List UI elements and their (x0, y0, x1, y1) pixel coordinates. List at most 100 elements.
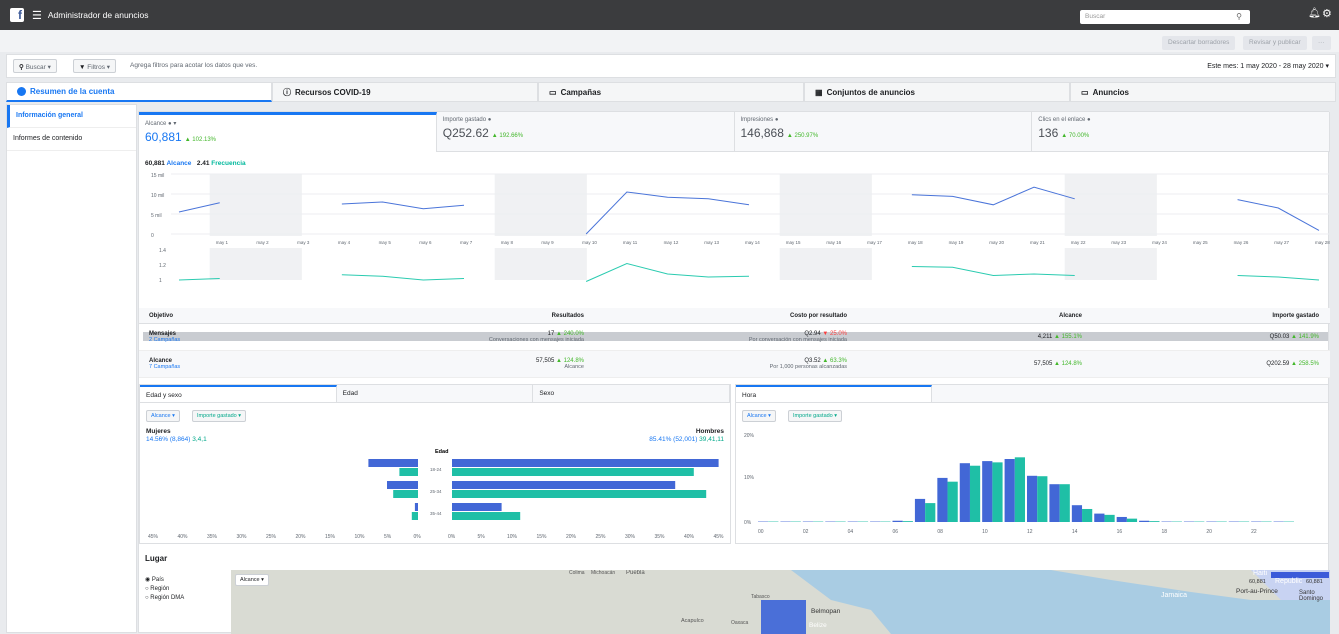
search-input[interactable]: Buscar⚲ (1080, 10, 1250, 24)
x-tick-label: may 10 (582, 240, 597, 245)
reach-dropdown[interactable]: Alcance ▾ (146, 410, 180, 422)
x-tick-label: 5% (478, 534, 486, 540)
tab-sex[interactable]: Sexo (533, 385, 730, 402)
metric-reach[interactable]: Alcance ● ▾60,881▲ 102.13% (139, 112, 437, 152)
info-icon: ● (488, 117, 492, 123)
metric-link-clicks[interactable]: Clics en el enlace ●136▲ 70.00% (1032, 112, 1330, 152)
weekend-band (1065, 248, 1157, 280)
hour-spend-bar (1037, 476, 1047, 522)
map-label: Haiti (1253, 570, 1267, 577)
men-reach-bar (452, 459, 719, 467)
location-map[interactable]: Alcance ▾ Puebla Acapulco Oaxaca Belmopa… (231, 570, 1330, 634)
x-tick-label: may 13 (704, 240, 719, 245)
grid-icon: ▦ (815, 88, 823, 97)
x-tick-label: may 14 (745, 240, 760, 245)
hour-reach-dropdown[interactable]: Alcance ▾ (742, 410, 776, 422)
map-label: Jamaica (1161, 592, 1187, 599)
hour-panel: Hora Alcance ▾ Importe gastado ▾ 20%10%0… (735, 384, 1329, 544)
x-tick-label: may 9 (541, 240, 554, 245)
men-stats: 85.41% (52,001) 39,41,11 (649, 436, 724, 443)
info-icon: ● (1087, 117, 1091, 123)
tab-campaigns[interactable]: ▭Campañas (538, 82, 804, 102)
sidebar-item-overview[interactable]: Información general (7, 105, 136, 128)
hour-spend-bar (1127, 519, 1137, 522)
women-spend-bar (393, 490, 418, 498)
x-tick-label: 25% (596, 534, 607, 540)
campaigns-link[interactable]: 2 Campañas (149, 337, 180, 343)
men-spend-bar (452, 512, 520, 520)
map-metric-dropdown[interactable]: Alcance ▾ (235, 574, 269, 586)
bell-icon[interactable]: 🔔︎ (1308, 8, 1321, 19)
tab-age-sex[interactable]: Edad y sexo (140, 385, 337, 402)
gear-icon[interactable]: ⚙ (1322, 7, 1332, 20)
radio-region[interactable]: ○ Región (145, 585, 184, 594)
facebook-logo-icon[interactable]: f (10, 8, 24, 22)
sidebar-item-content-reports[interactable]: Informes de contenido (7, 128, 136, 151)
women-reach-bar (368, 459, 418, 467)
x-tick-label: may 4 (338, 240, 351, 245)
women-spend-bar (412, 512, 418, 520)
search-filter-button[interactable]: ⚲ Buscar ▾ (13, 59, 57, 73)
radio-dma[interactable]: ○ Región DMA (145, 594, 184, 603)
y-tick-label: 1 (159, 278, 162, 284)
weekend-band (210, 248, 302, 280)
location-title: Lugar (145, 554, 167, 563)
location-options: ◉ País ○ Región ○ Región DMA (145, 576, 184, 603)
women-reach-bar (387, 481, 418, 489)
map-label: Republic (1275, 578, 1302, 585)
radio-country[interactable]: ◉ País (145, 576, 184, 585)
metric-impressions[interactable]: Impresiones ●146,868▲ 250.97% (735, 112, 1033, 152)
x-tick-label: 12 (1027, 529, 1033, 535)
hour-spend-dropdown[interactable]: Importe gastado ▾ (788, 410, 842, 422)
x-tick-label: may 26 (1234, 240, 1249, 245)
sidebar: Información general Informes de contenid… (6, 104, 137, 633)
tab-covid-resources[interactable]: ⓘRecursos COVID-19 (272, 82, 538, 102)
frequency-line (1238, 276, 1319, 281)
men-spend-bar (452, 468, 694, 476)
spend-dropdown[interactable]: Importe gastado ▾ (192, 410, 246, 422)
app-title: Administrador de anuncios (48, 10, 149, 20)
tab-age[interactable]: Edad (337, 385, 534, 402)
x-tick-label: may 23 (1111, 240, 1126, 245)
hour-reach-bar (982, 461, 992, 522)
map-shapes (231, 570, 1330, 634)
x-tick-label: may 15 (786, 240, 801, 245)
campaigns-link[interactable]: 7 Campañas (149, 364, 180, 370)
date-range-picker[interactable]: Este mes: 1 may 2020 - 28 may 2020 ▾ (1207, 62, 1329, 70)
filter-bar: ⚲ Buscar ▾ ▼ Filtros ▾ Agrega filtros pa… (6, 54, 1336, 78)
hour-spend-bar (925, 503, 935, 522)
x-tick-label: 45% (714, 534, 725, 540)
women-stats: 14.56% (8,864) 3,4,1 (146, 436, 207, 443)
menu-icon[interactable]: ☰ (32, 9, 42, 22)
tab-account-overview[interactable]: Resumen de la cuenta (6, 82, 272, 102)
tab-hour[interactable]: Hora (736, 385, 932, 402)
results-table: ObjetivoResultadosCosto por resultadoAlc… (139, 308, 1330, 380)
x-tick-label: may 11 (623, 240, 638, 245)
x-tick-label: may 7 (460, 240, 473, 245)
x-tick-label: 30% (237, 534, 248, 540)
x-tick-label: 04 (848, 529, 854, 535)
table-row: Mensajes2 Campañas 17 ▲ 240.0%Conversaci… (139, 324, 1330, 351)
weekend-band (780, 248, 872, 280)
metric-spend[interactable]: Importe gastado ●Q252.62▲ 192.66% (437, 112, 735, 152)
main-tabs: Resumen de la cuenta ⓘRecursos COVID-19 … (6, 82, 1336, 102)
filters-button[interactable]: ▼ Filtros ▾ (73, 59, 116, 73)
frequency-line (342, 275, 464, 280)
more-button[interactable]: ··· (1312, 36, 1331, 50)
age-group-label: 18-24 (430, 467, 442, 472)
x-tick-label: 30% (625, 534, 636, 540)
map-label: Belmopan (811, 608, 840, 615)
weekend-band (1065, 174, 1157, 236)
info-circle-icon: ⓘ (283, 87, 291, 98)
tab-ads[interactable]: ▭Anuncios (1070, 82, 1336, 102)
reach-line (586, 192, 749, 234)
men-label: Hombres (696, 428, 724, 435)
x-tick-label: may 19 (949, 240, 964, 245)
age-sex-panel: Edad y sexo Edad Sexo Alcance ▾ Importe … (139, 384, 731, 544)
tab-ad-sets[interactable]: ▦Conjuntos de anuncios (804, 82, 1070, 102)
x-tick-label: 0% (414, 534, 422, 540)
map-label: Acapulco (681, 618, 704, 624)
discard-drafts-button[interactable]: Descartar borradores (1162, 36, 1235, 50)
x-tick-label: may 6 (419, 240, 432, 245)
review-publish-button[interactable]: Revisar y publicar (1243, 36, 1307, 50)
